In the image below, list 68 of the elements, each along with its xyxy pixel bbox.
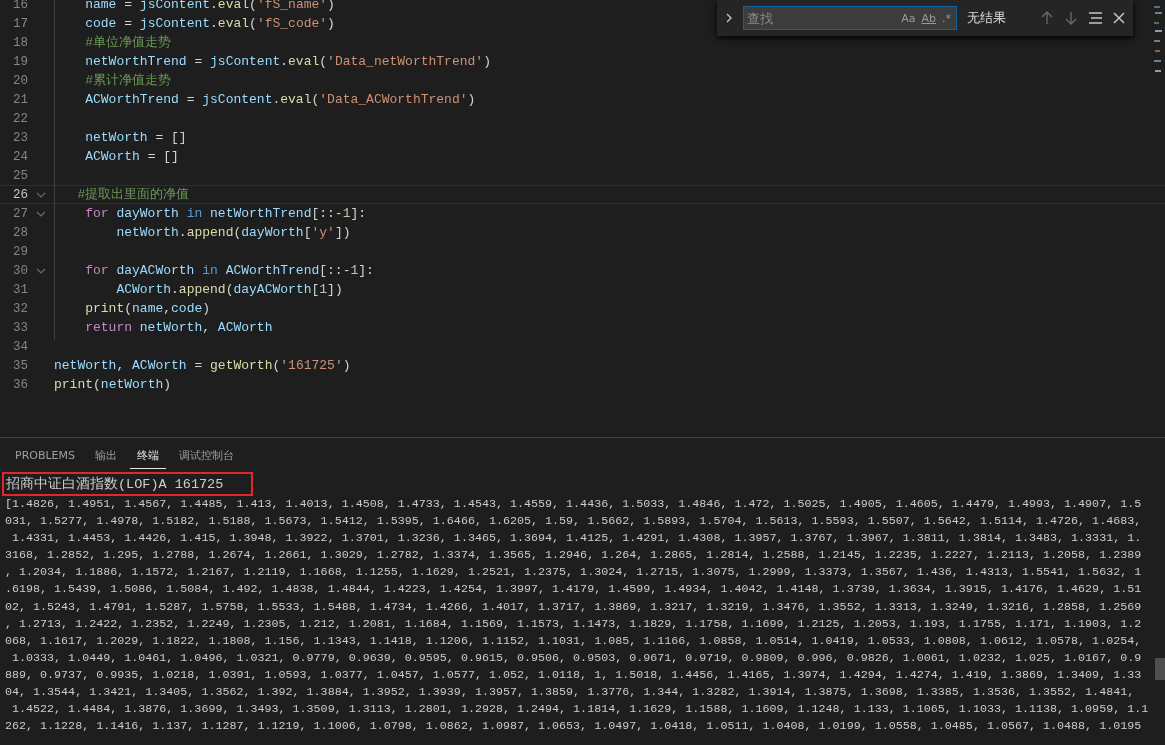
code-line: ACWorth = []: [84, 148, 179, 165]
line-number: 32: [12, 301, 28, 316]
result-count: 无结果: [967, 9, 1006, 27]
code-line: ACWorthTrend = jsContent.eval('Data_ACWorthTrend'): [84, 91, 476, 108]
terminal-output-line: , 1.2713, 1.2422, 1.2352, 1.2249, 1.2305, 1.212, 1.2081, 1.1684, 1.1569, 1.1573, 1.1473, 1.1829, 1.1758, 1.1699, 1.2125, 1.2053, 1.193, 1.1755, 1.171, 1.1903, 1.2: [5, 615, 1143, 633]
code-line: return netWorth, ACWorth: [84, 319, 273, 336]
code-line: #累计净值走势: [84, 72, 171, 89]
find-field[interactable]: 查找 Aa Ab .*: [743, 6, 957, 30]
code-line: code = jsContent.eval('fS_code'): [84, 15, 335, 32]
line-number: 36: [12, 377, 28, 392]
code-line: netWorthTrend = jsContent.eval('Data_netWorthTrend'): [84, 53, 491, 70]
code-line: netWorth = []: [84, 129, 187, 146]
line-number: 18: [12, 35, 28, 50]
code-line: for dayACWorth in ACWorthTrend[::-1]:: [84, 262, 374, 279]
panel-tab[interactable]: 调试控制台: [172, 441, 242, 469]
line-number: 24: [12, 149, 28, 164]
code-line: #提取出里面的净值: [76, 186, 190, 203]
terminal-output-line: 02, 1.5243, 1.4791, 1.5287, 1.5758, 1.5533, 1.5488, 1.4734, 1.4266, 1.4017, 1.3717, 1.3869, 1.3217, 1.3219, 1.3476, 1.3552, 1.3313, 1.3249, 1.3216, 1.2858, 1.2569: [5, 598, 1143, 616]
selection-lines-icon[interactable]: [1088, 12, 1103, 24]
terminal-output-line: 889, 0.9737, 0.9935, 1.0218, 1.0391, 1.0593, 1.0377, 1.0457, 1.0577, 1.052, 1.0118, 1, 1.5018, 1.4456, 1.4165, 1.3974, 1.4294, 1.4274, 1.419, 1.3869, 1.3409, 1.33: [5, 666, 1143, 684]
close-icon[interactable]: [1113, 12, 1125, 24]
terminal-output-line: 068, 1.1617, 1.2029, 1.1822, 1.1808, 1.156, 1.1343, 1.1418, 1.1206, 1.1152, 1.1031, 1.085, 1.1166, 1.0858, 1.0514, 1.0419, 1.0533, 1.0808, 1.0612, 1.0578, 1.0254,: [5, 632, 1143, 650]
line-number: 22: [12, 111, 28, 126]
arrow-up-icon[interactable]: [1040, 11, 1054, 25]
chevron-down-icon[interactable]: [36, 267, 46, 274]
panel-tab[interactable]: 终端: [130, 441, 167, 469]
terminal-output-line: 1.4522, 1.4484, 1.3876, 1.3699, 1.3493, 1.3509, 1.3113, 1.2801, 1.2928, 1.2494, 1.1814, 1.1629, 1.1588, 1.1609, 1.1248, 1.133, 1.1065, 1.1033, 1.1138, 1.0959, 1.1: [11, 701, 1150, 719]
terminal-output-line: 1.4331, 1.4453, 1.4426, 1.415, 1.3948, 1.3922, 1.3701, 1.3236, 1.3465, 1.3694, 1.4125, 1.4291, 1.4308, 1.3957, 1.3767, 1.3967, 1.3811, 1.3814, 1.3483, 1.3331, 1.: [11, 530, 1143, 548]
line-number: 34: [12, 339, 28, 354]
code-line: netWorth.append(dayWorth['y']): [115, 224, 351, 241]
line-number: 27: [12, 206, 28, 221]
line-number: 25: [12, 168, 28, 183]
line-number: 33: [12, 320, 28, 335]
line-number: 17: [12, 16, 28, 31]
line-number: 29: [12, 244, 28, 259]
line-number: 19: [12, 54, 28, 69]
code-line: print(netWorth): [54, 376, 172, 393]
code-line: print(name,code): [84, 300, 211, 317]
terminal-output-line: 262, 1.1228, 1.1416, 1.137, 1.1287, 1.1219, 1.1006, 1.0798, 1.0862, 1.0987, 1.0653, 1.0497, 1.0418, 1.0511, 1.0408, 1.0199, 1.0558, 1.0485, 1.0567, 1.0488, 1.0195: [5, 718, 1143, 736]
chevron-right-icon[interactable]: [725, 12, 733, 24]
find-option-toggle[interactable]: Ab: [919, 10, 938, 26]
line-number: 23: [12, 130, 28, 145]
chevron-down-icon[interactable]: [36, 191, 46, 198]
line-number: 31: [12, 282, 28, 297]
panel-tab[interactable]: PROBLEMS: [8, 442, 83, 468]
terminal-output-line: [1.4826, 1.4951, 1.4567, 1.4485, 1.413, 1.4013, 1.4508, 1.4733, 1.4543, 1.4559, 1.4436, 1.5033, 1.4846, 1.472, 1.5025, 1.4905, 1.4605, 1.4479, 1.4993, 1.4907, 1.5: [5, 496, 1143, 513]
line-number: 26: [12, 187, 28, 202]
code-line: for dayWorth in netWorthTrend[::-1]:: [84, 205, 367, 222]
terminal-output-line: 3168, 1.2852, 1.295, 1.2788, 1.2674, 1.2661, 1.3029, 1.2782, 1.3374, 1.3565, 1.2946, 1.264, 1.2865, 1.2814, 1.2588, 1.2145, 1.2235, 1.2227, 1.2113, 1.2058, 1.2389: [5, 547, 1143, 565]
terminal-output-line: .6198, 1.5439, 1.5086, 1.5084, 1.492, 1.4838, 1.4844, 1.4223, 1.4254, 1.3997, 1.4179, 1.4599, 1.4934, 1.4042, 1.4148, 1.3739, 1.3634, 1.3915, 1.4176, 1.4629, 1.51: [5, 581, 1143, 599]
panel-tab[interactable]: 输出: [88, 441, 125, 469]
arrow-down-icon[interactable]: [1064, 11, 1078, 25]
code-line: netWorth, ACWorth = getWorth('161725'): [54, 357, 351, 374]
code-line: #单位净值走势: [84, 34, 171, 51]
code-line: ACWorth.append(dayACWorth[1]): [115, 281, 343, 298]
terminal-output-line: 031, 1.5277, 1.4978, 1.5182, 1.5188, 1.5673, 1.5412, 1.5395, 1.6466, 1.6205, 1.59, 1.5662, 1.5893, 1.5704, 1.5613, 1.5593, 1.5507, 1.5642, 1.5114, 1.4726, 1.4683,: [5, 513, 1143, 531]
terminal-output-line: 1.0333, 1.0449, 1.0461, 1.0496, 1.0321, 0.9779, 0.9639, 0.9595, 0.9615, 0.9506, 0.9503, 0.9671, 0.9719, 0.9809, 0.996, 0.9826, 1.0061, 1.0232, 1.025, 1.0167, 0.9: [11, 649, 1143, 667]
line-number: 21: [12, 92, 28, 107]
scrollbar-thumb[interactable]: [1155, 658, 1165, 680]
find-option-toggle[interactable]: Aa: [899, 10, 918, 26]
line-number: 35: [12, 358, 28, 373]
terminal-output-line: , 1.2034, 1.1886, 1.1572, 1.2167, 1.2119, 1.1668, 1.1255, 1.1629, 1.2521, 1.2375, 1.3024, 1.2715, 1.3075, 1.2999, 1.3373, 1.3567, 1.436, 1.4313, 1.5541, 1.5632, 1: [5, 564, 1143, 582]
chevron-down-icon[interactable]: [36, 210, 46, 217]
line-number: 28: [12, 225, 28, 240]
find-option-toggle[interactable]: .*: [940, 10, 953, 26]
terminal-output-line: 04, 1.3544, 1.3421, 1.3405, 1.3562, 1.392, 1.3884, 1.3952, 1.3939, 1.3957, 1.3859, 1.3776, 1.344, 1.3282, 1.3914, 1.3875, 1.3698, 1.3385, 1.3536, 1.3552, 1.4841,: [5, 684, 1136, 702]
line-number: 20: [12, 73, 28, 88]
line-number: 30: [12, 263, 28, 278]
